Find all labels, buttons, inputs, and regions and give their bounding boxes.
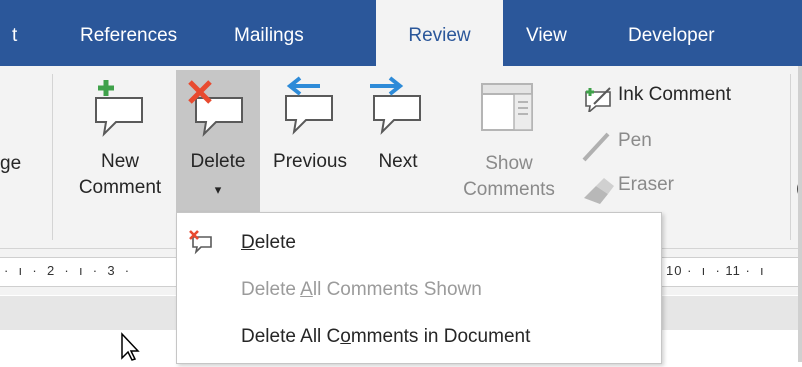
ribbon-tab-bar: t References Mailings Review View Develo… [0,0,802,66]
next-comment-icon [360,74,436,143]
next-comment-button[interactable]: Next [360,66,436,216]
pen-icon [580,130,616,168]
tab-view[interactable]: View [526,0,567,66]
tab-review[interactable]: Review [376,0,503,66]
show-comments-icon [478,80,538,143]
menu-item-label: Delete All Comments Shown [241,279,482,300]
previous-comment-icon [274,74,350,143]
group-separator [52,74,53,240]
group-separator [790,74,791,240]
eraser-icon [580,174,616,212]
partial-button-left[interactable]: ge [0,152,40,182]
new-comment-button[interactable]: New Comment [66,66,174,246]
menu-item-label: Delete All Comments in Document [241,326,531,347]
tab-mailings[interactable]: Mailings [234,0,304,66]
tab-references[interactable]: References [80,0,177,66]
tab-developer[interactable]: Developer [628,0,715,66]
chevron-down-icon: ▾ [214,182,222,197]
delete-comment-icon [180,76,256,145]
menu-item-delete[interactable]: Delete [177,219,661,265]
ruler-ticks-right: 10 · ı · 11 · ı [666,263,765,278]
delete-dropdown-menu: Delete Delete All Comments Shown Delete … [176,212,662,364]
menu-item-delete-all-in-document[interactable]: Delete All Comments in Document [177,313,661,359]
show-comments-button[interactable]: Show Comments [448,66,560,216]
menu-item-label: Delete [241,232,296,253]
delete-comment-button[interactable]: Delete ▾ [176,70,260,212]
ink-comment-icon [580,82,616,118]
new-comment-icon [82,76,158,145]
ruler-ticks-left: · ı · 2 · ı · 3 · [4,263,131,278]
previous-comment-button[interactable]: Previous [262,66,358,216]
eraser-button[interactable]: Eraser [580,172,700,208]
window-edge [798,66,802,362]
delete-comment-icon [187,229,215,261]
pen-button[interactable]: Pen [580,128,700,164]
menu-item-delete-all-shown[interactable]: Delete All Comments Shown [177,266,661,312]
tab-partial[interactable]: t [12,0,17,66]
ink-comment-button[interactable]: Ink Comment [580,82,790,118]
